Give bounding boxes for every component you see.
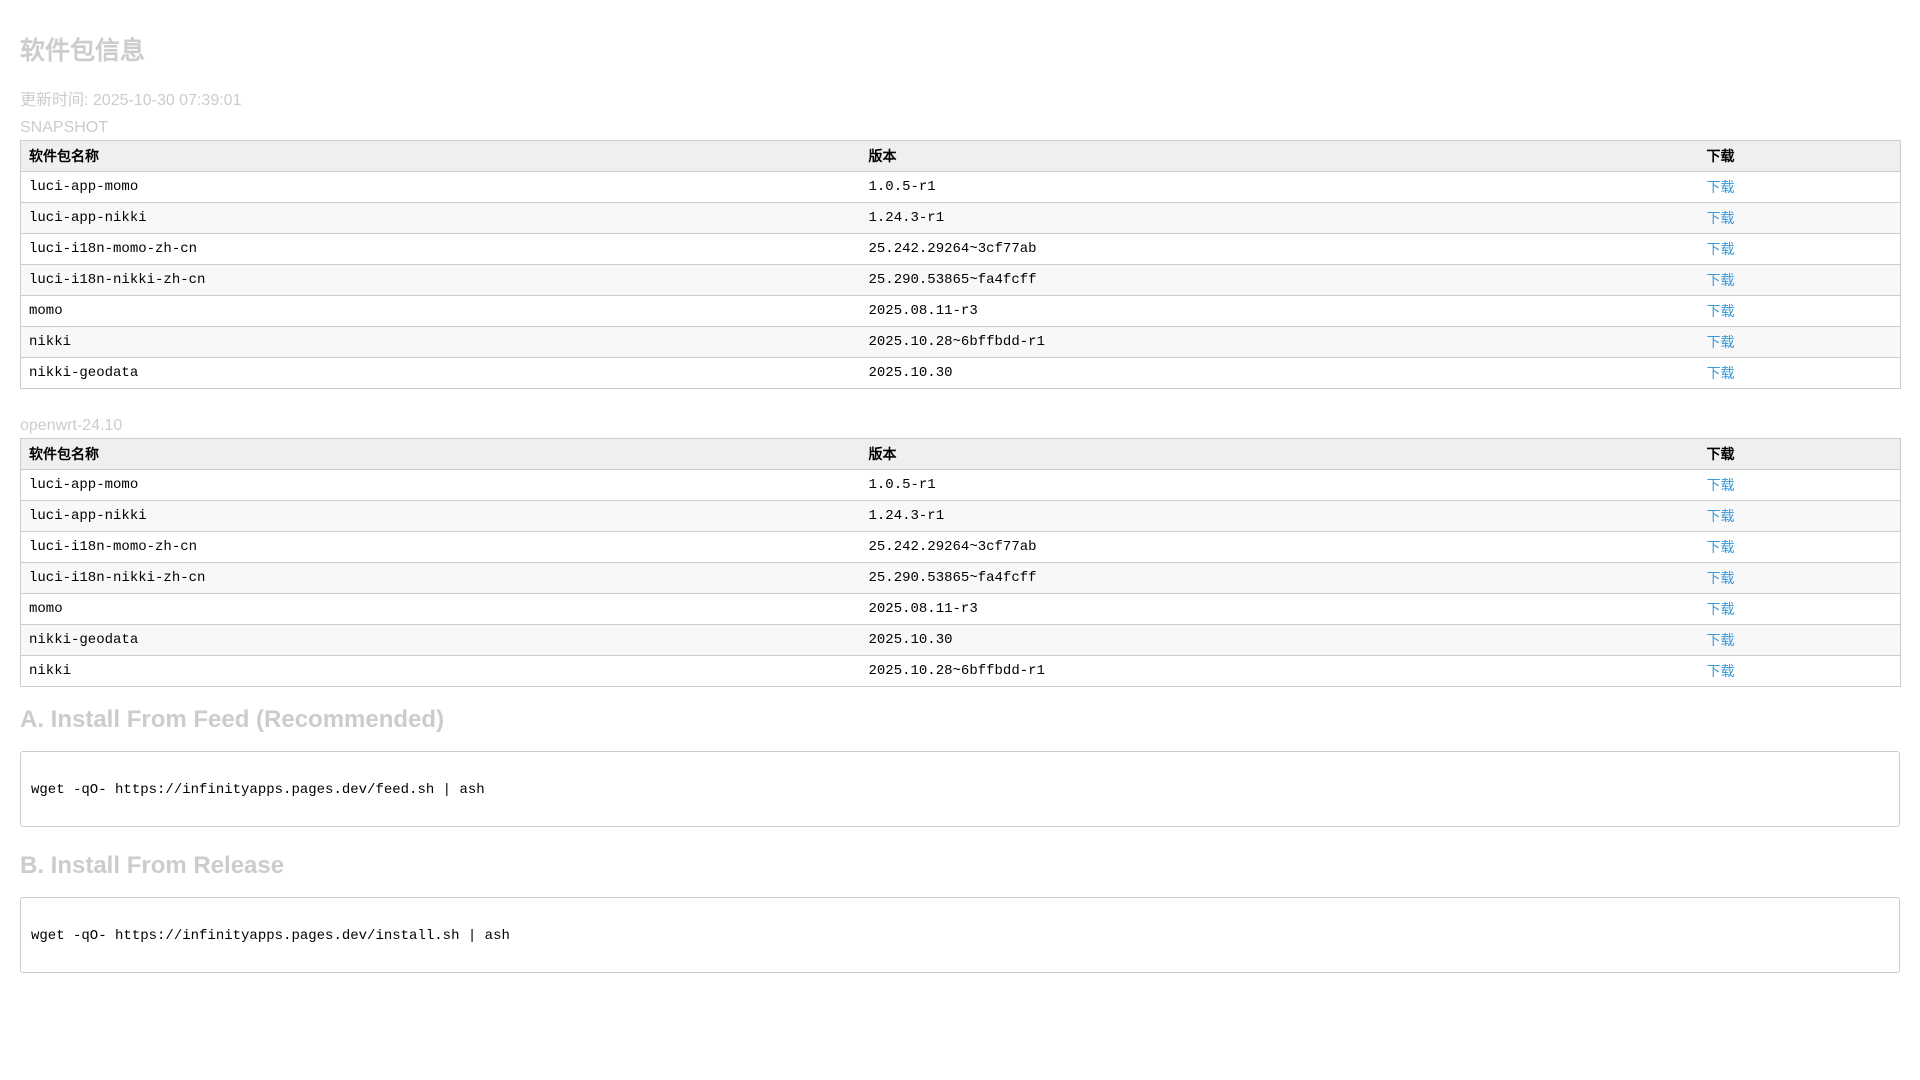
table-row: luci-i18n-momo-zh-cn 25.242.29264~3cf77a… — [20, 233, 1901, 265]
download-link[interactable]: 下载 — [1707, 540, 1735, 556]
header-version: 版本 — [860, 140, 1699, 172]
table-row: nikki 2025.10.28~6bffbdd-r1 下载 — [20, 326, 1901, 358]
command-box[interactable]: wget -qO- https://infinityapps.pages.dev… — [20, 751, 1900, 827]
download-cell: 下载 — [1698, 295, 1901, 327]
table-row: luci-i18n-momo-zh-cn 25.242.29264~3cf77a… — [20, 531, 1901, 563]
package-table: 软件包名称 版本 下载 luci-app-momo 1.0.5-r1 下载 lu… — [20, 438, 1901, 687]
download-cell: 下载 — [1698, 593, 1901, 625]
download-link[interactable]: 下载 — [1707, 478, 1735, 494]
command-box[interactable]: wget -qO- https://infinityapps.pages.dev… — [20, 897, 1900, 973]
package-name: luci-i18n-nikki-zh-cn — [20, 264, 861, 296]
package-version: 1.24.3-r1 — [860, 202, 1699, 234]
package-name: luci-app-momo — [20, 469, 861, 501]
table-header: 软件包名称 版本 下载 — [20, 438, 1901, 470]
package-version: 1.24.3-r1 — [860, 500, 1699, 532]
download-link[interactable]: 下载 — [1707, 366, 1735, 382]
download-cell: 下载 — [1698, 624, 1901, 656]
package-name: luci-app-momo — [20, 171, 861, 203]
download-cell: 下载 — [1698, 171, 1901, 203]
install-heading: B. Install From Release — [20, 852, 285, 879]
package-name: luci-i18n-momo-zh-cn — [20, 531, 861, 563]
header-name: 软件包名称 — [20, 140, 861, 172]
header-download: 下载 — [1698, 140, 1901, 172]
download-cell: 下载 — [1698, 357, 1901, 389]
package-name: luci-app-nikki — [20, 500, 861, 532]
header-download: 下载 — [1698, 438, 1901, 470]
section-label: SNAPSHOT — [20, 119, 109, 136]
download-link[interactable]: 下载 — [1707, 211, 1735, 227]
table-row: luci-i18n-nikki-zh-cn 25.290.53865~fa4fc… — [20, 562, 1901, 594]
download-link[interactable]: 下载 — [1707, 304, 1735, 320]
package-version: 2025.10.28~6bffbdd-r1 — [860, 655, 1699, 687]
download-cell: 下载 — [1698, 655, 1901, 687]
table-row: luci-app-nikki 1.24.3-r1 下载 — [20, 500, 1901, 532]
download-link[interactable]: 下载 — [1707, 335, 1735, 351]
package-version: 2025.10.30 — [860, 357, 1699, 389]
table-row: nikki-geodata 2025.10.30 下载 — [20, 624, 1901, 656]
section-label: openwrt-24.10 — [20, 417, 123, 434]
download-cell: 下载 — [1698, 264, 1901, 296]
table-row: luci-app-momo 1.0.5-r1 下载 — [20, 171, 1901, 203]
package-version: 25.242.29264~3cf77ab — [860, 233, 1699, 265]
download-link[interactable]: 下载 — [1707, 602, 1735, 618]
download-link[interactable]: 下载 — [1707, 180, 1735, 196]
package-version: 1.0.5-r1 — [860, 171, 1699, 203]
download-link[interactable]: 下载 — [1707, 509, 1735, 525]
package-name: luci-i18n-momo-zh-cn — [20, 233, 861, 265]
package-version: 2025.10.28~6bffbdd-r1 — [860, 326, 1699, 358]
download-link[interactable]: 下载 — [1707, 633, 1735, 649]
package-version: 2025.08.11-r3 — [860, 295, 1699, 327]
package-name: nikki — [20, 655, 861, 687]
package-version: 25.290.53865~fa4fcff — [860, 264, 1699, 296]
package-name: luci-app-nikki — [20, 202, 861, 234]
download-cell: 下载 — [1698, 233, 1901, 265]
table-row: nikki 2025.10.28~6bffbdd-r1 下载 — [20, 655, 1901, 687]
table-row: momo 2025.08.11-r3 下载 — [20, 593, 1901, 625]
table-row: luci-i18n-nikki-zh-cn 25.290.53865~fa4fc… — [20, 264, 1901, 296]
download-cell: 下载 — [1698, 326, 1901, 358]
package-name: nikki-geodata — [20, 357, 861, 389]
download-cell: 下载 — [1698, 562, 1901, 594]
download-link[interactable]: 下载 — [1707, 571, 1735, 587]
package-version: 2025.10.30 — [860, 624, 1699, 656]
download-link[interactable]: 下载 — [1707, 664, 1735, 680]
download-cell: 下载 — [1698, 469, 1901, 501]
table-row: nikki-geodata 2025.10.30 下载 — [20, 357, 1901, 389]
download-link[interactable]: 下载 — [1707, 242, 1735, 258]
table-header: 软件包名称 版本 下载 — [20, 140, 1901, 172]
package-version: 25.242.29264~3cf77ab — [860, 531, 1699, 563]
package-name: luci-i18n-nikki-zh-cn — [20, 562, 861, 594]
package-version: 1.0.5-r1 — [860, 469, 1699, 501]
updated-time: 更新时间: 2025-10-30 07:39:01 — [20, 92, 242, 109]
table-row: momo 2025.08.11-r3 下载 — [20, 295, 1901, 327]
install-heading: A. Install From Feed (Recommended) — [20, 706, 445, 733]
package-table: 软件包名称 版本 下载 luci-app-momo 1.0.5-r1 下载 lu… — [20, 140, 1901, 389]
page: 软件包信息 更新时间: 2025-10-30 07:39:01 SNAPSHOT… — [0, 0, 1920, 973]
download-cell: 下载 — [1698, 500, 1901, 532]
download-cell: 下载 — [1698, 202, 1901, 234]
header-name: 软件包名称 — [20, 438, 861, 470]
package-name: nikki-geodata — [20, 624, 861, 656]
table-row: luci-app-momo 1.0.5-r1 下载 — [20, 469, 1901, 501]
table-row: luci-app-nikki 1.24.3-r1 下载 — [20, 202, 1901, 234]
header-version: 版本 — [860, 438, 1699, 470]
package-name: momo — [20, 295, 861, 327]
download-link[interactable]: 下载 — [1707, 273, 1735, 289]
package-version: 2025.08.11-r3 — [860, 593, 1699, 625]
page-title: 软件包信息 — [20, 37, 146, 65]
package-name: nikki — [20, 326, 861, 358]
package-name: momo — [20, 593, 861, 625]
package-version: 25.290.53865~fa4fcff — [860, 562, 1699, 594]
download-cell: 下载 — [1698, 531, 1901, 563]
